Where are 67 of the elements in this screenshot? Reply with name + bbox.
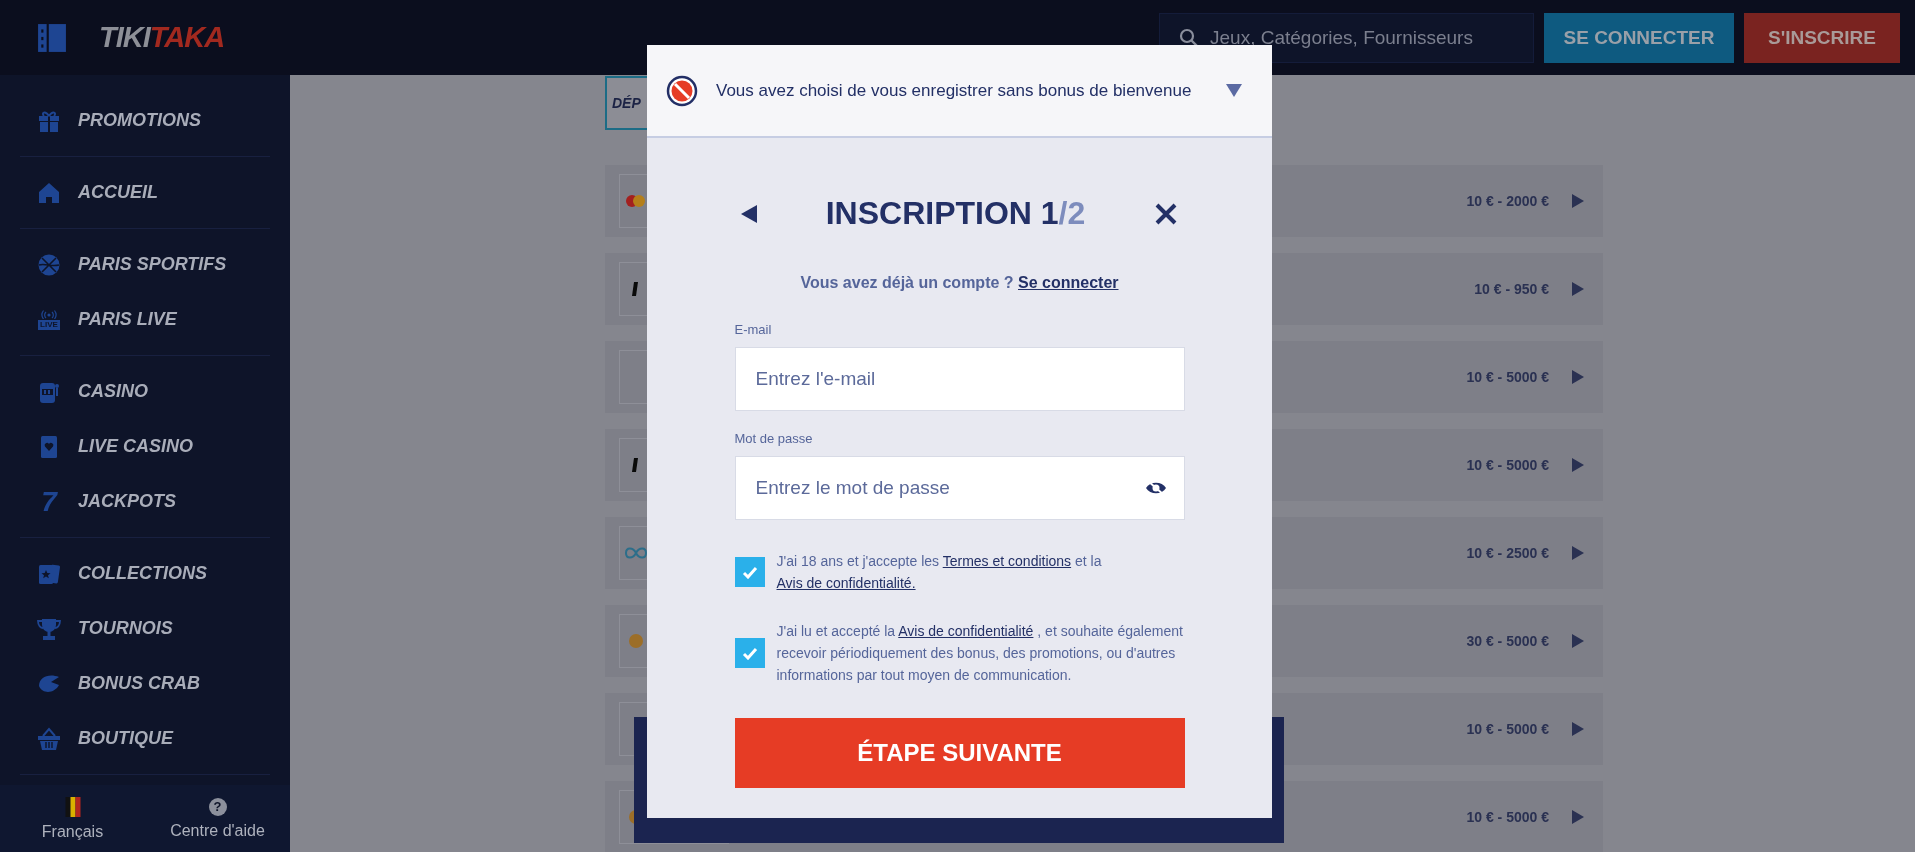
logo[interactable]: TIKITAKA [99,21,225,54]
play-icon[interactable] [1571,721,1585,737]
policy-link[interactable]: Termes et conditions [942,553,1072,569]
trophy-icon [37,616,61,641]
policy-link[interactable]: Avis de confidentialité [898,623,1034,639]
no-bonus-icon [666,74,698,107]
play-icon[interactable] [1571,545,1585,561]
close-icon[interactable] [1154,201,1179,226]
sidebar-item[interactable]: BONUS CRAB [20,656,270,711]
signup-button[interactable]: S'INSCRIRE [1744,12,1900,63]
checkbox[interactable] [734,557,765,587]
amount-range: 10 € - 5000 € [1466,369,1549,385]
amount-range: 10 € - 5000 € [1466,721,1549,737]
flag-icon [64,796,81,817]
play-icon[interactable] [1571,281,1585,297]
help-center-link[interactable]: ? Centre d'aide [145,785,290,852]
consent-text: J'ai 18 ans et j'accepte les Termes et conditions et la Avis de confidentialité. [776,552,1103,593]
back-arrow-icon[interactable] [740,204,757,223]
home-icon [37,180,61,205]
amount-range: 10 € - 2000 € [1466,193,1549,209]
amount-range: 10 € - 5000 € [1466,809,1549,825]
dialog-title: INSCRIPTION 1/2 [825,195,1086,232]
footer-label: Centre d'aide [170,821,265,840]
policy-link[interactable]: Avis de confidentialité. [776,575,916,591]
amount-range: 10 € - 2500 € [1466,545,1549,561]
amount-range: 10 € - 5000 € [1466,457,1549,473]
notice-bar[interactable]: Vous avez choisi de vous enregistrer sans bonus de bienvenue [647,45,1272,138]
hidden-eye-icon[interactable] [1144,480,1167,496]
play-icon[interactable] [1571,457,1585,473]
checkbox[interactable] [734,638,765,668]
language-selector[interactable]: Français [0,785,145,852]
field-label: Mot de passe [734,431,813,446]
amount-range: 10 € - 950 € [1474,281,1549,297]
caret-icon[interactable] [1226,84,1242,97]
seven-icon: 7 [41,489,57,514]
check-icon [741,565,758,579]
login-prompt: Vous avez déjà un compte ? Se connecter [799,274,1120,292]
consent-text: J'ai lu et accepté la Avis de confidentialité , et souhaite également recevoir périodiquement des bonus, des promotions, ou d'autres informations par tout moyen de communication. [776,622,1184,685]
sidebar-item[interactable]: TOURNOIS [20,601,270,656]
gift-icon [37,108,61,133]
sidebar-item[interactable]: COLLECTIONS [20,546,270,601]
play-icon[interactable] [1571,369,1585,385]
footer-label: Français [41,822,104,841]
play-icon[interactable] [1571,633,1585,649]
play-icon[interactable] [1571,809,1585,825]
basket-icon [37,726,61,751]
password-field[interactable]: Entrez le mot de passe [734,456,1185,520]
email-field[interactable]: Entrez l'e-mail [734,347,1185,411]
help-icon: ? [208,797,227,816]
sidebar-item[interactable]: ACCUEIL [20,165,270,220]
sidebar-item[interactable]: PROMOTIONS [20,93,270,148]
sidebar-item[interactable]: 7 JACKPOTS [20,474,270,529]
check-icon [741,646,758,660]
field-label: E-mail [734,322,772,337]
login-link[interactable]: Se connecter [1018,274,1119,291]
play-icon[interactable] [1571,193,1585,209]
notice-text: Vous avez choisi de vous enregistrer sans bonus de bienvenue [716,80,1193,101]
search-field[interactable]: Jeux, Catégories, Fournisseurs [1159,12,1534,63]
next-step-button[interactable]: ÉTAPE SUIVANTE [734,718,1185,788]
amount-range: 30 € - 5000 € [1466,633,1549,649]
sidebar-toggle-icon[interactable] [37,22,67,53]
sidebar-item[interactable]: LIVE PARIS LIVE [20,292,270,347]
sidebar-item[interactable]: PARIS SPORTIFS [20,237,270,292]
sidebar-item[interactable]: BOUTIQUE [20,711,270,766]
sidebar-item[interactable]: CASINO [20,364,270,419]
sidebar-item[interactable]: LIVE CASINO [20,419,270,474]
ball-icon [37,252,61,277]
